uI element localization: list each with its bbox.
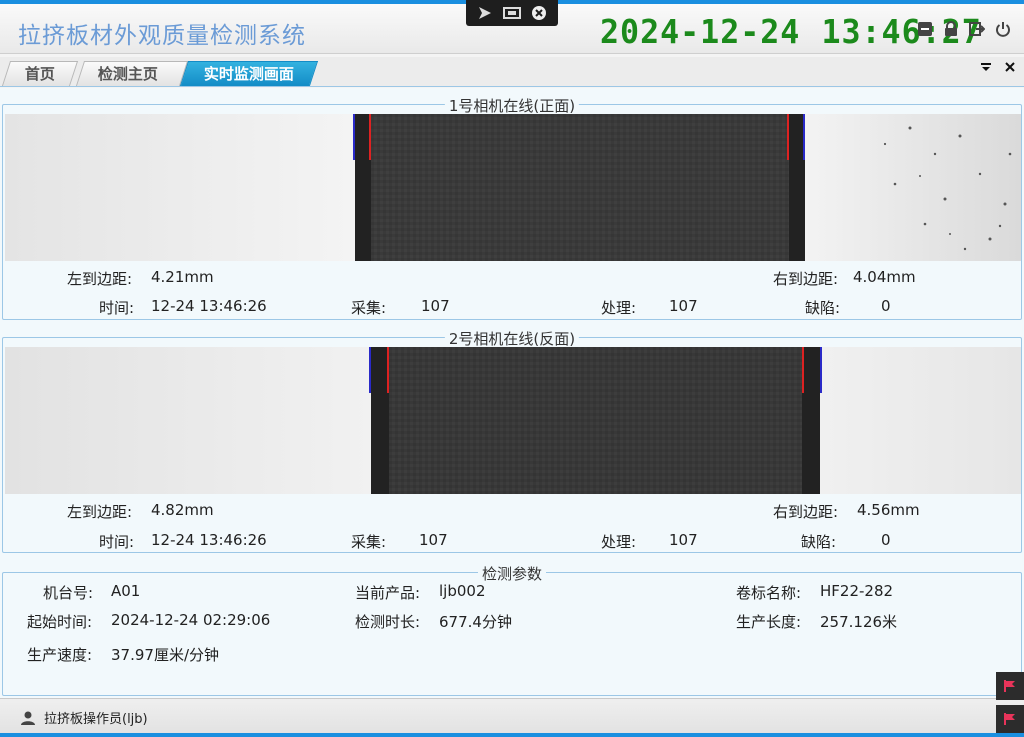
main-content: 1号相机在线(正面) 左到边距: 4.21mm 右到边距: 4.04mm 时间:… [0,88,1024,698]
machine-value: A01 [111,582,141,600]
defect-value: 0 [881,531,891,549]
tab-label: 首页 [24,65,55,83]
app-title: 拉挤板材外观质量检测系统 [18,23,306,49]
close-tab-icon[interactable] [1004,61,1016,77]
left-margin-label: 左到边距: [67,270,133,288]
duration-label: 检测时长: [355,613,421,631]
time-value: 12-24 13:46:26 [151,531,267,549]
current-user: 拉挤板操作员(ljb) [20,708,148,727]
lock-icon[interactable] [942,20,960,38]
power-icon[interactable] [994,20,1012,38]
product-label: 当前产品: [355,584,421,602]
status-bar: 拉挤板操作员(ljb) [0,698,1024,734]
machine-label: 机台号: [43,584,94,602]
speed-label: 生产速度: [27,646,93,664]
left-margin-label: 左到边距: [67,503,133,521]
params-group: 检测参数 机台号: A01 当前产品: ljb002 卷标名称: HF22-28… [2,563,1022,696]
dropdown-icon[interactable] [980,61,992,77]
right-margin-label: 右到边距: [773,270,839,288]
collect-label: 采集: [351,533,387,551]
bottom-accent-bar [0,733,1024,737]
flag-icon[interactable] [996,672,1024,700]
params-title: 检测参数 [477,563,547,584]
camera1-title: 1号相机在线(正面) [444,95,580,116]
window-controls [916,20,1012,38]
collect-value: 107 [421,297,450,315]
camera1-group: 1号相机在线(正面) 左到边距: 4.21mm 右到边距: 4.04mm 时间:… [2,95,1022,320]
screen-icon[interactable] [502,4,521,22]
camera2-image [5,347,1021,494]
clock-date: 2024-12-24 [600,12,801,51]
camera1-image [5,114,1021,261]
title-bar: 拉挤板材外观质量检测系统 2024-12-24 13:46:27 [0,0,1024,54]
left-margin-value: 4.21mm [151,268,214,286]
flag-icon[interactable] [996,705,1024,733]
defect-value: 0 [881,297,891,315]
cursor-icon[interactable] [476,4,494,22]
length-value: 257.126米 [820,613,898,631]
right-margin-value: 4.04mm [853,268,916,286]
tab-home[interactable]: 首页 [1,61,79,86]
defect-label: 缺陷: [805,299,841,317]
process-label: 处理: [601,299,637,317]
tab-bar: 首页 检测主页面 实时监测画面 [0,57,1024,107]
camera2-title: 2号相机在线(反面) [444,328,580,349]
tab-realtime-monitor[interactable]: 实时监测画面 [179,61,319,86]
tab-detect-main[interactable]: 检测主页面 [75,61,189,107]
start-time-value: 2024-12-24 02:29:06 [111,611,271,629]
logout-icon[interactable] [968,20,986,38]
minimize-icon[interactable] [916,20,934,38]
process-value: 107 [669,531,698,549]
user-name: 拉挤板操作员(ljb) [44,712,148,727]
close-circle-icon[interactable] [530,4,548,22]
user-icon [21,711,35,725]
camera2-group: 2号相机在线(反面) 左到边距: 4.82mm 右到边距: 4.56mm 时间:… [2,328,1022,553]
collect-value: 107 [419,531,448,549]
product-value: ljb002 [439,582,486,600]
length-label: 生产长度: [736,613,802,631]
duration-value: 677.4分钟 [439,613,512,631]
left-margin-value: 4.82mm [151,501,214,519]
right-margin-value: 4.56mm [857,501,920,519]
roll-label: 卷标名称: [736,584,802,602]
defect-label: 缺陷: [801,533,837,551]
time-label: 时间: [99,299,135,317]
roll-value: HF22-282 [820,582,894,600]
remote-toolbar [466,0,558,26]
time-label: 时间: [99,533,135,551]
time-value: 12-24 13:46:26 [151,297,267,315]
speed-value: 37.97厘米/分钟 [111,646,219,664]
right-margin-label: 右到边距: [773,503,839,521]
process-value: 107 [669,297,698,315]
tab-label: 实时监测画面 [203,65,294,83]
process-label: 处理: [601,533,637,551]
tab-tools [980,61,1016,77]
start-time-label: 起始时间: [27,613,93,631]
collect-label: 采集: [351,299,387,317]
